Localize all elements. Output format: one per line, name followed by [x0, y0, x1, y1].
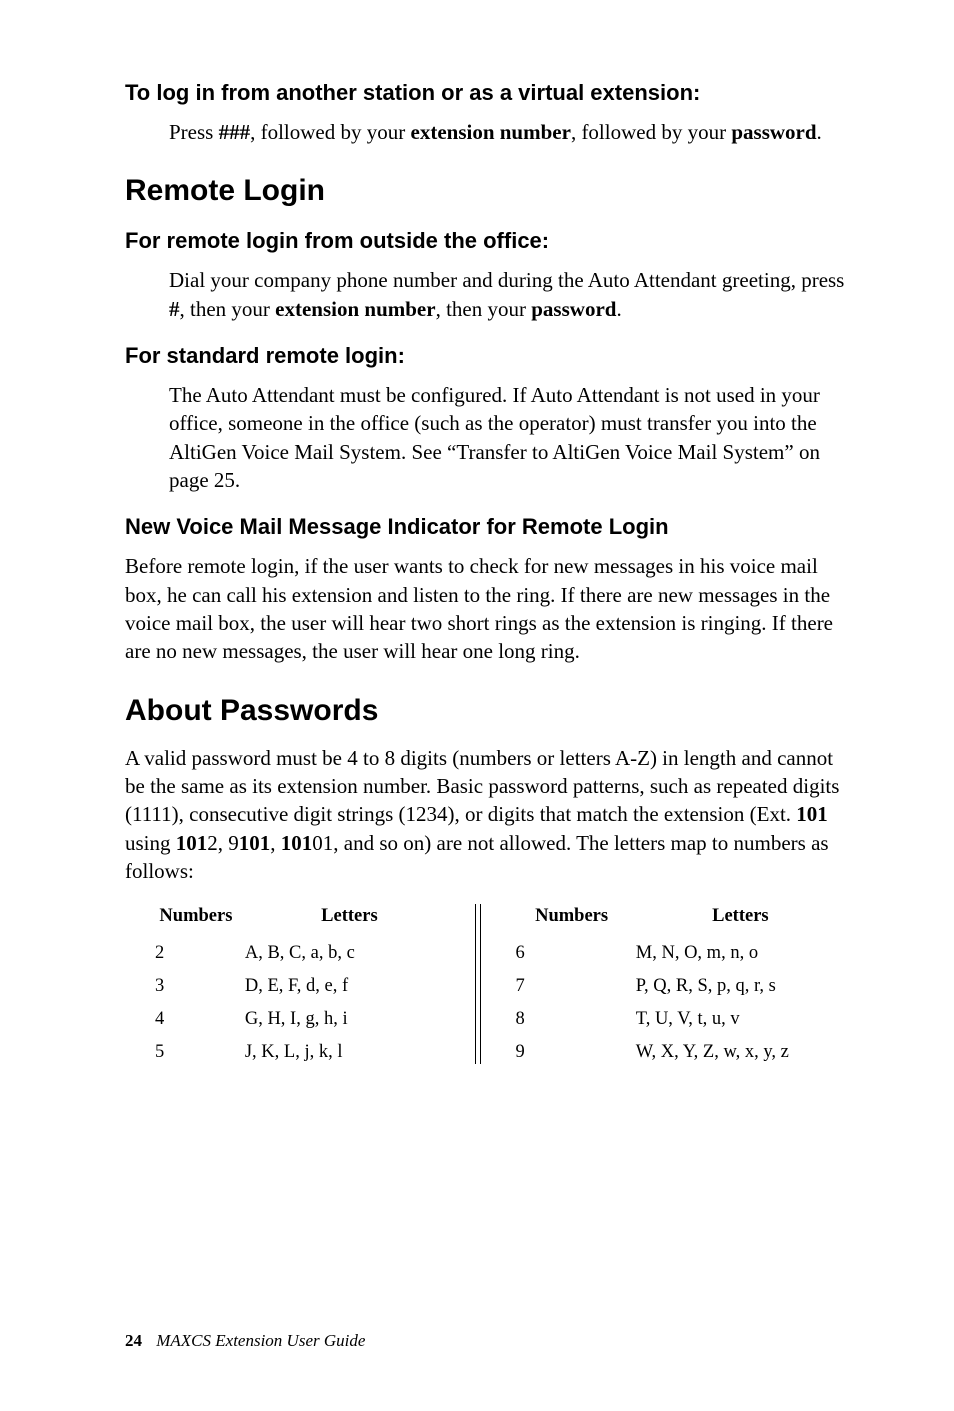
- para-remote-login-outside: Dial your company phone number and durin…: [169, 266, 849, 323]
- heading-about-passwords: About Passwords: [125, 694, 849, 728]
- cell-let-left: D, E, F, d, e, f: [241, 970, 458, 1003]
- heading-remote-login-outside: For remote login from outside the office…: [125, 228, 849, 254]
- text-fragment: , then your: [180, 297, 276, 321]
- para-about-passwords: A valid password must be 4 to 8 digits (…: [125, 744, 849, 886]
- text-fragment: .: [616, 297, 621, 321]
- text-fragment: , followed by your: [250, 120, 410, 144]
- text-bold: #: [169, 297, 180, 321]
- text-bold: 101: [796, 802, 828, 826]
- cell-num-right: 7: [501, 970, 631, 1003]
- cell-let-right: P, Q, R, S, p, q, r, s: [632, 970, 849, 1003]
- text-fragment: using: [125, 831, 176, 855]
- th-numbers-left: Numbers: [125, 900, 241, 937]
- page-footer: 24 MAXCS Extension User Guide: [125, 1331, 365, 1351]
- th-numbers-right: Numbers: [501, 900, 631, 937]
- cell-let-right: T, U, V, t, u, v: [632, 1003, 849, 1036]
- th-letters-right: Letters: [632, 900, 849, 937]
- text-bold: extension number: [275, 297, 435, 321]
- text-fragment: 2, 9: [207, 831, 239, 855]
- para-standard-remote-login: The Auto Attendant must be configured. I…: [169, 381, 849, 494]
- page-content: To log in from another station or as a v…: [0, 0, 954, 1069]
- text-fragment: ,: [270, 831, 281, 855]
- text-bold: 101: [176, 831, 208, 855]
- cell-num-right: 6: [501, 937, 631, 970]
- text-bold: password: [731, 120, 816, 144]
- text-fragment: .: [817, 120, 822, 144]
- heading-login-another-station: To log in from another station or as a v…: [125, 80, 849, 106]
- cell-num-left: 4: [125, 1003, 241, 1036]
- heading-voicemail-indicator: New Voice Mail Message Indicator for Rem…: [125, 514, 849, 540]
- numbers-letters-table: Numbers Letters Numbers Letters 2 A, B, …: [125, 900, 849, 1069]
- cell-let-left: A, B, C, a, b, c: [241, 937, 458, 970]
- text-fragment: , then your: [436, 297, 532, 321]
- cell-num-left: 2: [125, 937, 241, 970]
- th-letters-left: Letters: [241, 900, 458, 937]
- text-bold: ###: [219, 120, 251, 144]
- cell-let-right: W, X, Y, Z, w, x, y, z: [632, 1036, 849, 1069]
- heading-remote-login: Remote Login: [125, 174, 849, 208]
- para-login-another-station: Press ###, followed by your extension nu…: [169, 118, 849, 146]
- vertical-divider-icon: [475, 904, 485, 1064]
- text-bold: extension number: [411, 120, 571, 144]
- cell-num-right: 8: [501, 1003, 631, 1036]
- page-number: 24: [125, 1331, 142, 1350]
- footer-title: MAXCS Extension User Guide: [156, 1331, 365, 1350]
- table-divider: [458, 900, 501, 1069]
- cell-let-left: J, K, L, j, k, l: [241, 1036, 458, 1069]
- para-voicemail-indicator: Before remote login, if the user wants t…: [125, 552, 849, 665]
- text-bold: 101: [239, 831, 271, 855]
- cell-num-left: 5: [125, 1036, 241, 1069]
- text-fragment: , followed by your: [571, 120, 731, 144]
- cell-let-right: M, N, O, m, n, o: [632, 937, 849, 970]
- heading-standard-remote-login: For standard remote login:: [125, 343, 849, 369]
- text-bold: 101: [281, 831, 313, 855]
- text-fragment: A valid password must be 4 to 8 digits (…: [125, 746, 839, 827]
- text-bold: password: [531, 297, 616, 321]
- cell-let-left: G, H, I, g, h, i: [241, 1003, 458, 1036]
- cell-num-left: 3: [125, 970, 241, 1003]
- table-header-row: Numbers Letters Numbers Letters: [125, 900, 849, 937]
- text-fragment: Dial your company phone number and durin…: [169, 268, 844, 292]
- text-fragment: Press: [169, 120, 219, 144]
- cell-num-right: 9: [501, 1036, 631, 1069]
